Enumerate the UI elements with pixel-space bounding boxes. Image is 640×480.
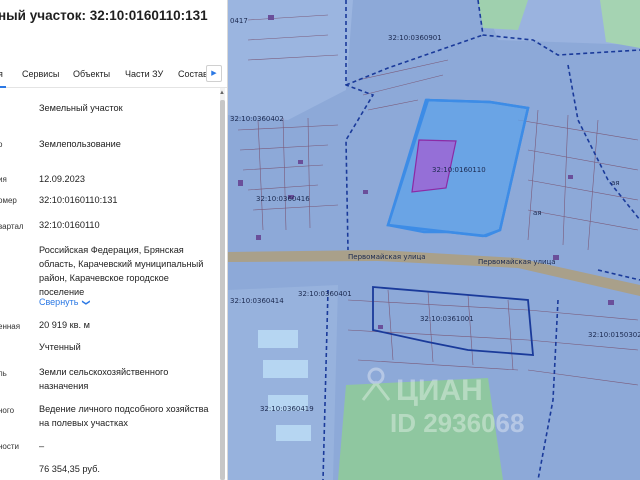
detail-label: ия <box>0 175 7 184</box>
detail-value: Учтенный <box>39 342 81 352</box>
quarter-label: 32:10:0360402 <box>230 115 284 123</box>
active-tab-indicator <box>0 86 6 88</box>
detail-label: о <box>0 140 2 149</box>
quarter-label: 32:10:0150302 <box>588 331 640 339</box>
info-panel: ный участок: 32:10:0160110:131 я Сервисы… <box>0 0 228 480</box>
scroll-up-icon[interactable]: ▲ <box>219 90 225 96</box>
tabs-scroll-button[interactable]: ▶ <box>206 65 222 82</box>
detail-value: 76 354,35 руб. <box>39 464 100 474</box>
detail-value: Земли сельскохозяйственного назначения <box>39 367 169 391</box>
chevron-up-icon: ❮ <box>81 299 91 306</box>
detail-label: ности <box>0 442 19 451</box>
detail-value: 20 919 кв. м <box>39 320 90 330</box>
watermark-text: ЦИАН <box>396 374 483 407</box>
quarter-label: 32:10:0361001 <box>420 315 474 323</box>
page-title: ный участок: 32:10:0160110:131 <box>0 8 208 23</box>
tab-bar: я Сервисы Объекты Части ЗУ Состав ▶ <box>0 62 227 88</box>
detail-value: 32:10:0160110:131 <box>39 195 118 205</box>
street-label: Первомайская улица <box>478 258 556 266</box>
quarter-label: 32:10:0360901 <box>388 34 442 42</box>
quarter-label: 32:10:0160110 <box>432 166 486 174</box>
tab-services[interactable]: Сервисы <box>22 69 59 79</box>
street-label: Первомайская улица <box>348 253 426 261</box>
detail-value: Земельный участок <box>39 103 123 113</box>
quarter-label: 32:10:0360414 <box>230 297 284 305</box>
detail-label: вартал <box>0 222 24 231</box>
parcel-area <box>228 285 338 480</box>
quarter-label: 0417 <box>230 17 248 25</box>
parcel-label: ая <box>611 179 620 187</box>
tab-objects[interactable]: Объекты <box>73 69 110 79</box>
quarter-label: 32:10:0360419 <box>260 405 314 413</box>
map-canvas[interactable]: Первомайская улица Первомайская улица 04… <box>228 0 640 480</box>
quarter-label: 32:10:0360401 <box>298 290 352 298</box>
parcel-label: ая <box>533 209 542 217</box>
tab-composition[interactable]: Состав <box>178 69 208 79</box>
cadastral-map[interactable]: Первомайская улица Первомайская улица 04… <box>228 0 640 480</box>
quarter-label: 32:10:0360416 <box>256 195 310 203</box>
detail-value: 12.09.2023 <box>39 174 85 184</box>
detail-value: 32:10:0160110 <box>39 220 100 230</box>
green-area <box>600 0 640 48</box>
watermark-id: ID 2936068 <box>390 408 524 438</box>
chevron-right-icon: ▶ <box>211 70 217 77</box>
tab-parts[interactable]: Части ЗУ <box>125 69 163 79</box>
detail-value: Ведение личного подсобного хозяйства на … <box>39 404 209 428</box>
tab-info[interactable]: я <box>0 69 3 79</box>
detail-label: ль <box>0 369 7 378</box>
scrollbar-thumb[interactable] <box>220 100 225 480</box>
detail-label: ного <box>0 406 15 415</box>
detail-label: омер <box>0 196 17 205</box>
detail-value: Российская Федерация, Брянская область, … <box>39 245 204 297</box>
detail-value: – <box>39 441 45 451</box>
collapse-link[interactable]: Свернуть ❮ <box>39 297 91 307</box>
detail-value: Землепользование <box>39 139 121 149</box>
detail-label: енная <box>0 322 21 331</box>
